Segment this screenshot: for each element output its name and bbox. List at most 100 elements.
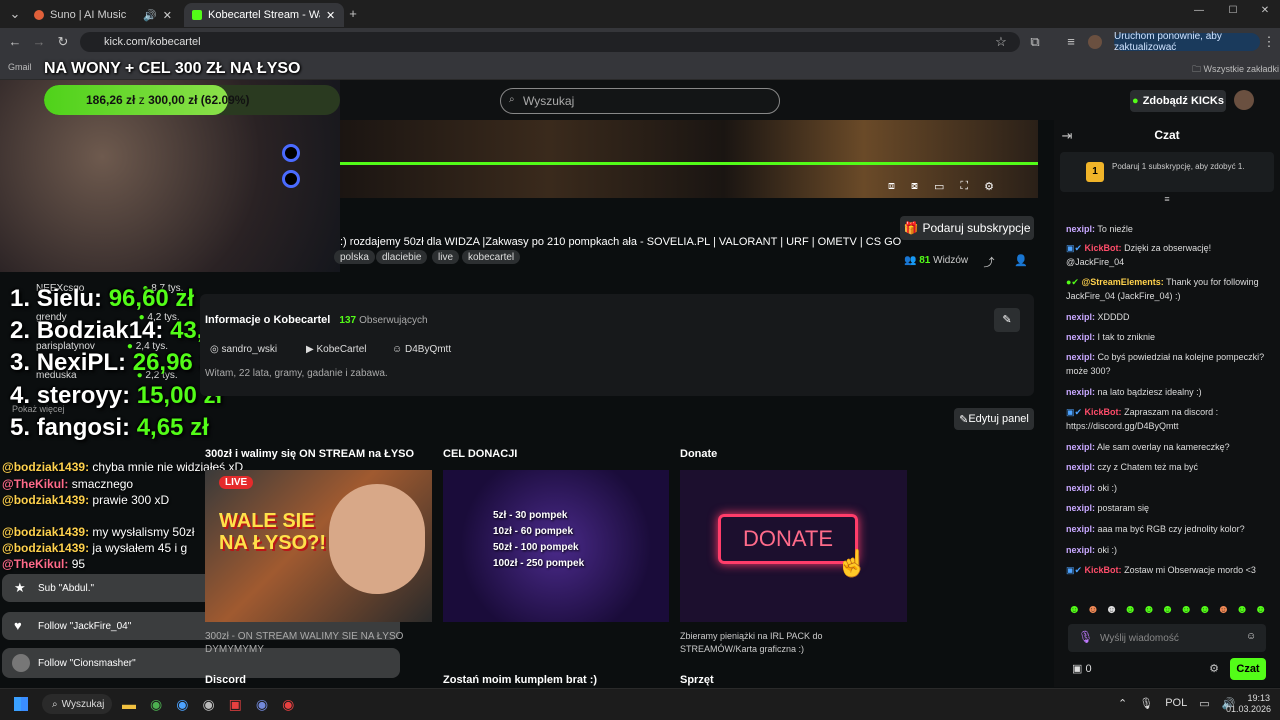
share-icon[interactable]: ⤴ (982, 254, 996, 270)
back-icon[interactable]: ← (8, 34, 22, 49)
bookmark-star-icon[interactable]: ☆ (994, 34, 1008, 50)
emote-icon[interactable]: ☻ (1124, 602, 1137, 616)
chat-username[interactable]: nexipl: (1066, 483, 1095, 493)
chat-username[interactable]: KickBot: (1085, 407, 1122, 417)
media-icon[interactable]: ≡ (1064, 34, 1078, 49)
instagram-link[interactable]: ◎ sandro_wski (210, 344, 277, 355)
chat-message: nexipl: czy z Chatem też ma być (1066, 460, 1266, 474)
reload-icon[interactable]: ↻ (56, 34, 70, 50)
kicks-balance[interactable]: ▣ 0 (1072, 662, 1092, 675)
chat-username[interactable]: nexipl: (1066, 387, 1095, 397)
panel-image[interactable]: LIVE WALE SIE NA ŁYSO?! (205, 470, 432, 622)
get-kicks-button[interactable]: ● Zdobądź KICKs (1130, 90, 1226, 112)
obs-icon[interactable]: ◉ (202, 696, 214, 713)
chat-username[interactable]: nexipl: (1066, 312, 1095, 322)
forward-icon[interactable]: → (32, 34, 46, 49)
gift-sub-prompt[interactable]: 1 Podaruj 1 subskrypcję, aby zdobyć 1. (1060, 152, 1274, 192)
emote-icon[interactable]: ☻ (1198, 602, 1211, 616)
network-icon[interactable]: ▭ (1199, 697, 1209, 710)
tab-suno[interactable]: Suno | AI Music 🔊 ✕ (26, 3, 180, 27)
emote-icon[interactable]: ☻ (1236, 602, 1249, 616)
microphone-icon[interactable]: 🎙 (1139, 697, 1153, 710)
profile-avatar[interactable] (1088, 35, 1102, 49)
fullscreen-icon[interactable]: ⛶ (960, 180, 968, 193)
edit-panel-button[interactable]: ✎ Edytuj panel (954, 408, 1034, 430)
settings-gear-icon[interactable]: ⚙ (984, 180, 994, 193)
video-progress-bar[interactable] (340, 162, 1038, 165)
bookmark-gmail[interactable]: Gmail (8, 62, 32, 72)
emote-icon[interactable]: ☻ (1217, 602, 1230, 616)
emote-icon[interactable]: ☻ (1087, 602, 1100, 616)
taskbar-search[interactable]: ⌕ Wyszukaj (42, 694, 112, 714)
emoji-icon[interactable]: ☺ (1246, 631, 1256, 642)
chat-username[interactable]: nexipl: (1066, 503, 1095, 513)
clip-icon[interactable]: ⧇ (911, 180, 918, 193)
all-bookmarks[interactable]: 🗀 Wszystkie zakładki (1192, 62, 1279, 78)
url-field[interactable]: kick.com/kobecartel (80, 32, 1020, 52)
chat-username[interactable]: KickBot: (1085, 243, 1122, 253)
emote-icon[interactable]: ☻ (1143, 602, 1156, 616)
tab-search-icon[interactable]: ⌄ (8, 6, 22, 22)
windows-start-icon[interactable] (14, 697, 28, 711)
tag-chip[interactable]: live (432, 250, 460, 264)
clock[interactable]: 19:13 01.03.2026 (1226, 693, 1271, 715)
chat-settings-icon[interactable]: ⚙ (1208, 662, 1220, 675)
chat-text: XDDDD (1097, 312, 1130, 322)
panel-image[interactable]: 5zł - 30 pompek 10zł - 60 pompek 50zł - … (443, 470, 669, 622)
close-window-icon[interactable]: ✕ (1258, 5, 1272, 16)
tab-kick[interactable]: Kobecartel Stream - Watch Live ✕ (184, 3, 344, 27)
social-label: KobeCartel (316, 344, 367, 355)
overlay-chat-line: @bodziak1439: my wysłalismy 50zł (2, 525, 194, 539)
panel-image[interactable]: DONATE ☝ (680, 470, 907, 622)
discord-link[interactable]: ☺ D4ByQmtt (392, 344, 451, 355)
emote-icon[interactable]: ☻ (1068, 602, 1081, 616)
chat-username[interactable]: nexipl: (1066, 462, 1095, 472)
browser-icon[interactable]: ◉ (176, 696, 188, 713)
emote-icon[interactable]: ☻ (1161, 602, 1174, 616)
close-icon[interactable]: ✕ (163, 9, 172, 22)
chrome-icon[interactable]: ◉ (150, 696, 162, 713)
pip-icon[interactable]: ⧈ (888, 180, 895, 193)
user-avatar[interactable] (1234, 90, 1254, 110)
chat-send-button[interactable]: Czat (1230, 658, 1266, 680)
close-icon[interactable]: ✕ (326, 9, 335, 22)
chat-username[interactable]: nexipl: (1066, 442, 1095, 452)
tag-chip[interactable]: dlaciebie (376, 250, 428, 264)
chevron-up-icon[interactable]: ⌃ (1118, 697, 1127, 710)
youtube-link[interactable]: ▶ KobeCartel (306, 344, 367, 355)
chat-username[interactable]: nexipl: (1066, 224, 1095, 234)
kicks-count: 0 (1085, 663, 1092, 675)
maximize-icon[interactable]: ☐ (1226, 5, 1240, 16)
url-text: kick.com/kobecartel (104, 36, 201, 48)
chat-message-input[interactable]: 🎙 Wyślij wiadomość ☺ (1068, 624, 1266, 652)
chat-scroll-icon[interactable]: ≡ (1160, 194, 1174, 204)
update-button[interactable]: Uruchom ponownie, aby zaktualizować (1114, 31, 1260, 53)
new-tab-icon[interactable]: + (346, 6, 360, 21)
menu-icon[interactable]: ⋮ (1262, 34, 1276, 50)
tag-chip[interactable]: kobecartel (462, 250, 521, 264)
edit-pencil-icon[interactable]: ✎ (994, 308, 1020, 332)
chat-username[interactable]: nexipl: (1066, 524, 1095, 534)
file-explorer-icon[interactable]: ▬ (122, 696, 136, 713)
emote-icon[interactable]: ☻ (1105, 602, 1118, 616)
chat-username[interactable]: KickBot: (1085, 565, 1122, 575)
minimize-icon[interactable]: — (1192, 5, 1206, 16)
emote-icon[interactable]: ☻ (1180, 602, 1193, 616)
extensions-icon[interactable]: ⧉ (1028, 34, 1042, 50)
chat-username[interactable]: nexipl: (1066, 352, 1095, 362)
chat-username[interactable]: nexipl: (1066, 332, 1095, 342)
app-icon[interactable]: ▣ (229, 696, 242, 713)
follow-user-icon[interactable]: 👤 (1014, 254, 1028, 267)
chat-username[interactable]: nexipl: (1066, 545, 1095, 555)
tag-chip[interactable]: polska (334, 250, 375, 264)
app-icon[interactable]: ◉ (282, 696, 294, 713)
emote-icon[interactable]: ☻ (1254, 602, 1267, 616)
search-input[interactable]: ⌕ Wyszukaj (500, 88, 780, 114)
chat-username[interactable]: @StreamElements: (1081, 277, 1163, 287)
discord-icon[interactable]: ◉ (256, 696, 268, 713)
language-indicator[interactable]: POL (1165, 697, 1187, 710)
gift-subscription-button[interactable]: 🎁 Podaruj subskrypcje (900, 216, 1034, 240)
theater-icon[interactable]: ▭ (934, 180, 944, 193)
speaker-icon[interactable]: 🔊 (143, 9, 157, 22)
emote-bar: ☻ ☻ ☻ ☻ ☻ ☻ ☻ ☻ ☻ ☻ ☻ (1068, 602, 1267, 616)
